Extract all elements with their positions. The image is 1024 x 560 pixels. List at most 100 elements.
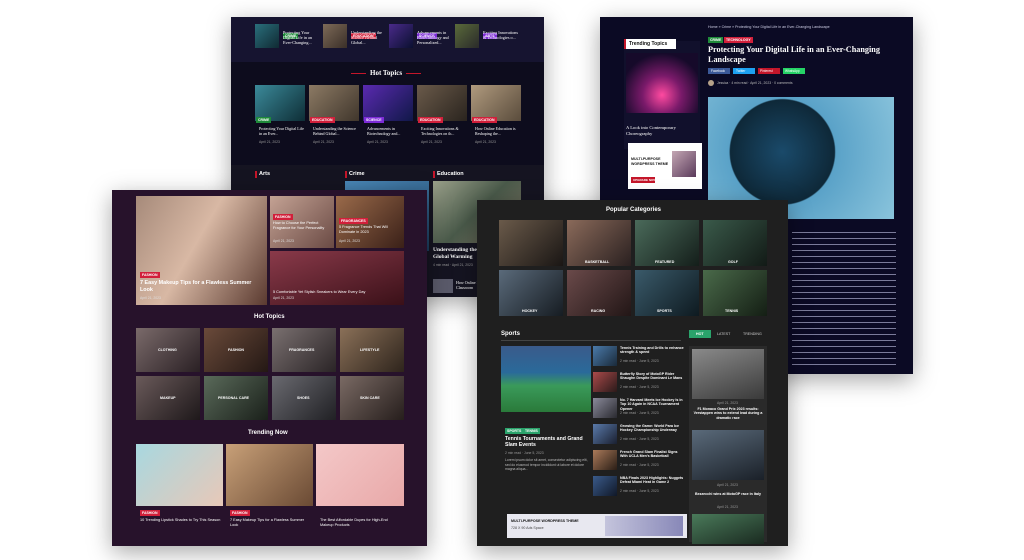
share-twitter-button[interactable]: Twitter xyxy=(736,69,745,73)
screenshot-sports: Popular Categories BASKETBALL FEATURED G… xyxy=(477,200,788,546)
item-title[interactable]: Exciting Innovations & Technologies o... xyxy=(483,30,521,40)
card-date: April 21, 2023 xyxy=(313,140,334,144)
side-card-date: April 21, 2023 xyxy=(339,239,360,243)
list-item-title[interactable]: No. 7 Harvard Meets Ice Hockey Is in Top… xyxy=(620,398,684,411)
category-label[interactable]: FASHION xyxy=(228,348,244,352)
category-grid: BASKETBALL FEATURED GOLF HOCKEY RACING S… xyxy=(499,220,767,316)
category-tag[interactable]: FASHION xyxy=(140,510,160,516)
category-label[interactable]: FRAGRANCES xyxy=(289,348,314,352)
trending-title[interactable]: 7 Easy Makeup Tips for a Flawless Summer… xyxy=(230,518,312,528)
avatar[interactable] xyxy=(708,80,714,86)
category-tag[interactable]: CRIME xyxy=(708,37,724,43)
breadcrumb[interactable]: Home » Crime » Protecting Your Digital L… xyxy=(708,25,830,29)
item-title[interactable]: Advancements in Biotechnology and Person… xyxy=(417,30,455,45)
section-label-education[interactable]: Education xyxy=(437,171,464,177)
category-label[interactable]: LIFESTYLE xyxy=(360,348,379,352)
share-facebook-button[interactable]: Facebook xyxy=(711,69,725,73)
side-card-title[interactable]: 5 Fragrance Trends That Will Dominate in… xyxy=(339,225,401,234)
screenshot-fashion: FASHION 7 Easy Makeup Tips for a Flawles… xyxy=(112,190,427,546)
section-label-crime[interactable]: Crime xyxy=(349,171,365,177)
main-story-meta: 2 min read · June 5, 2023 xyxy=(505,451,544,455)
item-title[interactable]: Protecting Your Digital Life in an Ever-… xyxy=(283,30,321,45)
trending-image[interactable] xyxy=(136,444,223,506)
list-item-title[interactable]: French Grand Slam Finalist Signs With UC… xyxy=(620,450,684,459)
side-story-image[interactable] xyxy=(692,430,764,480)
category-tag[interactable]: TECHNOLOGY xyxy=(724,37,753,43)
category-tag[interactable]: FASHION xyxy=(273,214,293,220)
side-card-title[interactable]: How to Choose the Perfect Fragrance for … xyxy=(273,221,333,230)
ad-line: WORDPRESS THEME xyxy=(631,162,669,166)
side-story-title[interactable]: Bezzecchi wins at MotoGP race in Italy xyxy=(692,492,764,496)
tab-hot-label[interactable]: HOT xyxy=(696,332,704,336)
card-title[interactable]: Understanding the Science Behind Global.… xyxy=(313,126,359,136)
category-label[interactable]: FEATURED xyxy=(655,260,674,264)
section-heading: Hot Topics xyxy=(366,69,407,77)
card-date: April 21, 2023 xyxy=(367,140,388,144)
trending-title[interactable]: 10 Trending Lipstick Shades to Try This … xyxy=(140,518,222,523)
ad-line: MULTI-PURPOSE xyxy=(631,157,661,161)
side-card-title[interactable]: 5 Comfortable Yet Stylish Sneakers to We… xyxy=(273,290,403,295)
share-whatsapp-button[interactable]: WhatsApp xyxy=(785,69,800,73)
section-label-arts[interactable]: Arts xyxy=(259,171,270,177)
trending-title[interactable]: The Best Affordable Dupes for High-End M… xyxy=(320,518,402,528)
card-title[interactable]: How Online Education is Reshaping the... xyxy=(475,126,521,136)
category-label[interactable]: SKIN CARE xyxy=(360,396,380,400)
category-tag[interactable]: SPORTS xyxy=(505,428,524,434)
category-label[interactable]: SPORTS xyxy=(657,309,672,313)
category-label[interactable]: CLOTHING xyxy=(158,348,177,352)
category-tag[interactable]: FASHION xyxy=(140,272,160,278)
side-story-title[interactable]: F1 Monaco Grand Prix 2023 results: Verst… xyxy=(692,407,764,420)
trending-image[interactable] xyxy=(226,444,313,506)
card-image[interactable] xyxy=(309,85,359,121)
hero-date: April 21, 2023 xyxy=(140,296,161,300)
card-image[interactable] xyxy=(417,85,467,121)
list-item-title[interactable]: Tennis Training and Drills to enhance st… xyxy=(620,346,684,355)
category-label[interactable]: GOLF xyxy=(728,260,738,264)
category-tag[interactable]: TENNIS xyxy=(523,428,540,434)
category-label[interactable]: PERSONAL CARE xyxy=(218,396,249,400)
card-image[interactable] xyxy=(255,85,305,121)
category-label[interactable]: RACING xyxy=(591,309,605,313)
category-label[interactable]: HOCKEY xyxy=(522,309,537,313)
list-item-title[interactable]: NBA Finals 2023 Highlights: Nuggets Defe… xyxy=(620,476,684,485)
trending-image[interactable] xyxy=(316,444,404,506)
category-label[interactable]: BASKETBALL xyxy=(585,260,609,264)
card-date: April 21, 2023 xyxy=(421,140,442,144)
category-label[interactable]: TENNIS xyxy=(725,309,738,313)
trending-image[interactable] xyxy=(626,53,698,113)
hero-title[interactable]: 7 Easy Makeup Tips for a Flawless Summer… xyxy=(140,280,264,293)
section-heading: Trending Now xyxy=(248,430,288,436)
category-tag[interactable]: EDUCATION xyxy=(472,117,497,123)
category-label[interactable]: SHOES xyxy=(297,396,310,400)
main-story-image[interactable] xyxy=(501,346,591,412)
list-item-title[interactable]: Butterfly Story of MotoGP Rider Shaughn … xyxy=(620,372,684,381)
category-tag[interactable]: EDUCATION xyxy=(310,117,335,123)
side-story-date: April 21, 2023 xyxy=(717,483,738,487)
side-card-date: April 21, 2023 xyxy=(273,296,294,300)
card-image[interactable] xyxy=(363,85,413,121)
category-label[interactable]: MAKEUP xyxy=(160,396,176,400)
card-image[interactable] xyxy=(471,85,521,121)
card-title[interactable]: Exciting Innovations & Technologies on t… xyxy=(421,126,467,136)
article-title: Protecting Your Digital Life in an Ever-… xyxy=(708,45,880,64)
list-item-meta: 2 min read · June 5, 2023 xyxy=(620,489,659,493)
card-title[interactable]: Advancements in Biotechnology and... xyxy=(367,126,413,136)
main-story-title[interactable]: Tennis Tournaments and Grand Slam Events xyxy=(505,436,589,449)
share-pinterest-button[interactable]: Pinterest xyxy=(760,69,773,73)
tab-latest[interactable]: LATEST xyxy=(717,332,730,336)
category-tag[interactable]: FASHION xyxy=(230,510,250,516)
side-story-image[interactable] xyxy=(692,514,764,544)
section-heading: Hot Topics xyxy=(254,314,285,320)
trending-caption[interactable]: A Look into Contemporary Choreography xyxy=(626,125,698,137)
category-tag[interactable]: SCIENCE xyxy=(364,117,384,123)
side-story-image[interactable] xyxy=(692,349,764,399)
category-tag[interactable]: CRIME xyxy=(256,117,272,123)
list-item-title[interactable]: Growing the Game: World Para Ice Hockey … xyxy=(620,424,684,433)
category-tag[interactable]: FRAGRANCES xyxy=(339,218,368,224)
tab-trending[interactable]: TRENDING xyxy=(743,332,762,336)
category-tag[interactable]: EDUCATION xyxy=(418,117,443,123)
ad-button[interactable]: UPGRADE NOW xyxy=(633,178,656,182)
item-title[interactable]: Understanding the Science Behind Global.… xyxy=(351,30,389,45)
section-heading: Popular Categories xyxy=(606,207,662,213)
card-title[interactable]: Protecting Your Digital Life in an Ever.… xyxy=(259,126,305,136)
